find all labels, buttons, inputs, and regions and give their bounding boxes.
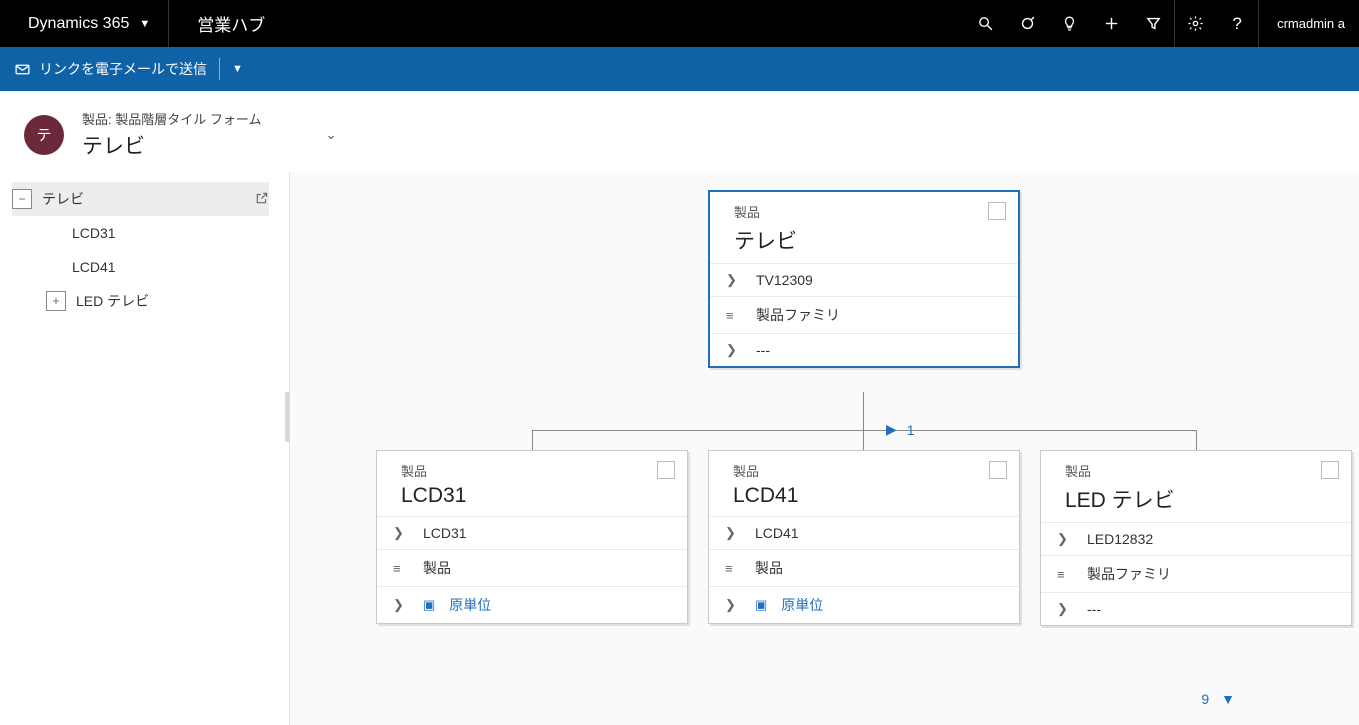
tile-type: 製品 <box>755 558 783 578</box>
triangle-right-icon: ▶ <box>886 421 897 438</box>
list-icon: ≡ <box>1057 567 1073 582</box>
hierarchy-tile-child[interactable]: 製品 LCD31 ❯ LCD31 ≡ 製品 ❯ ▣ 原単位 <box>376 450 688 624</box>
cmd-separator <box>219 58 220 80</box>
tag-icon: ❯ <box>1057 601 1073 617</box>
tree-child-label: LED テレビ <box>76 291 269 311</box>
tile-id: LED12832 <box>1087 531 1153 547</box>
tile-unit: --- <box>756 342 770 358</box>
footer-pager[interactable]: 9 ▼ <box>1201 691 1235 707</box>
help-icon[interactable]: ? <box>1216 0 1258 47</box>
unit-icon: ▣ <box>423 597 435 613</box>
tile-type-label: 製品 <box>1065 461 1091 480</box>
brand-menu[interactable]: Dynamics 365 ▼ <box>0 0 168 47</box>
email-link-command[interactable]: リンクを電子メールで送信 <box>14 59 207 79</box>
list-icon: ≡ <box>393 561 409 576</box>
page-title: テレビ <box>82 130 261 160</box>
tile-unit[interactable]: 原単位 <box>449 595 491 615</box>
tile-title: LCD41 <box>709 484 1019 516</box>
global-icons: ? <box>964 0 1258 47</box>
hierarchy-tile-parent[interactable]: 製品 テレビ ❯ TV12309 ≡ 製品ファミリ ❯ --- <box>708 190 1020 368</box>
tile-title: LCD31 <box>377 484 687 516</box>
tile-id: LCD41 <box>755 525 799 541</box>
target-icon[interactable] <box>1006 0 1048 47</box>
tile-action-icon[interactable] <box>657 461 675 479</box>
connector-line <box>532 430 1196 431</box>
tag-icon: ❯ <box>393 597 409 613</box>
chevron-down-icon: ▼ <box>232 63 243 75</box>
tile-unit: --- <box>1087 601 1101 617</box>
user-menu[interactable]: crmadmin a <box>1258 0 1359 47</box>
list-icon: ≡ <box>726 308 742 323</box>
tag-icon: ❯ <box>393 525 409 541</box>
tree-child-row[interactable]: LCD31 <box>12 216 269 250</box>
email-link-dropdown[interactable]: ▼ <box>232 63 243 75</box>
connector-line <box>532 430 533 450</box>
tag-icon: ❯ <box>726 272 742 288</box>
tile-id: TV12309 <box>756 272 813 288</box>
tree-child-label: LCD31 <box>46 225 269 241</box>
tile-type-label: 製品 <box>401 461 427 480</box>
hierarchy-canvas: 製品 テレビ ❯ TV12309 ≡ 製品ファミリ ❯ --- ▶ <box>290 172 1359 725</box>
content-area: − テレビ LCD31 LCD41 + LED テレビ 製品 テレビ <box>0 172 1359 725</box>
add-icon[interactable] <box>1090 0 1132 47</box>
app-name[interactable]: 営業ハブ <box>168 0 293 47</box>
app-label: 営業ハブ <box>197 11 265 36</box>
pager-current: 1 <box>907 422 915 438</box>
email-link-label: リンクを電子メールで送信 <box>39 59 207 79</box>
breadcrumb: 製品: 製品階層タイル フォーム <box>82 109 261 128</box>
connector-line <box>1196 430 1197 450</box>
sibling-pager[interactable]: ▶ 1 <box>886 421 915 438</box>
filter-icon[interactable] <box>1132 0 1174 47</box>
tag-icon: ❯ <box>725 597 741 613</box>
hierarchy-tile-child[interactable]: 製品 LED テレビ ❯ LED12832 ≡ 製品ファミリ ❯ --- <box>1040 450 1352 626</box>
hierarchy-tile-child[interactable]: 製品 LCD41 ❯ LCD41 ≡ 製品 ❯ ▣ 原単位 <box>708 450 1020 624</box>
tile-unit[interactable]: 原単位 <box>781 595 823 615</box>
chevron-down-icon: ▼ <box>139 18 150 30</box>
tile-type: 製品 <box>423 558 451 578</box>
footer-pager-total: 9 <box>1201 691 1209 707</box>
tile-type-label: 製品 <box>734 202 760 221</box>
search-icon[interactable] <box>964 0 1006 47</box>
tile-id: LCD31 <box>423 525 467 541</box>
bulb-icon[interactable] <box>1048 0 1090 47</box>
tile-title: LED テレビ <box>1041 484 1351 522</box>
expand-icon[interactable]: + <box>46 291 66 311</box>
command-bar: リンクを電子メールで送信 ▼ <box>0 47 1359 91</box>
connector-line <box>863 392 864 430</box>
tile-title: テレビ <box>710 225 1018 263</box>
chevron-down-icon: ⌄ <box>325 127 336 142</box>
avatar: テ <box>24 115 64 155</box>
list-icon: ≡ <box>725 561 741 576</box>
unit-icon: ▣ <box>755 597 767 613</box>
tree-child-row[interactable]: + LED テレビ <box>12 284 269 318</box>
tile-type: 製品ファミリ <box>756 305 840 325</box>
tile-type: 製品ファミリ <box>1087 564 1171 584</box>
tree-child-label: LCD41 <box>46 259 269 275</box>
user-label: crmadmin a <box>1277 16 1345 31</box>
tag-icon: ❯ <box>725 525 741 541</box>
settings-icon[interactable] <box>1174 0 1216 47</box>
record-header: テ 製品: 製品階層タイル フォーム テレビ ⌄ <box>0 91 1359 172</box>
connector-line <box>863 430 864 450</box>
tag-icon: ❯ <box>1057 531 1073 547</box>
brand-label: Dynamics 365 <box>28 15 129 33</box>
global-nav-bar: Dynamics 365 ▼ 営業ハブ ? crmadmin a <box>0 0 1359 47</box>
collapse-icon[interactable]: − <box>12 189 32 209</box>
tile-action-icon[interactable] <box>1321 461 1339 479</box>
tag-icon: ❯ <box>726 342 742 358</box>
mail-icon <box>14 61 31 78</box>
tile-action-icon[interactable] <box>989 461 1007 479</box>
form-selector[interactable]: ⌄ <box>325 127 336 143</box>
tree-root-row[interactable]: − テレビ <box>12 182 269 216</box>
hierarchy-tree: − テレビ LCD31 LCD41 + LED テレビ <box>0 172 290 725</box>
tree-root-label: テレビ <box>42 189 245 209</box>
popout-icon[interactable] <box>255 191 269 208</box>
tile-type-label: 製品 <box>733 461 759 480</box>
tree-child-row[interactable]: LCD41 <box>12 250 269 284</box>
avatar-letter: テ <box>36 124 51 145</box>
triangle-down-icon: ▼ <box>1221 691 1235 707</box>
tile-action-icon[interactable] <box>988 202 1006 220</box>
